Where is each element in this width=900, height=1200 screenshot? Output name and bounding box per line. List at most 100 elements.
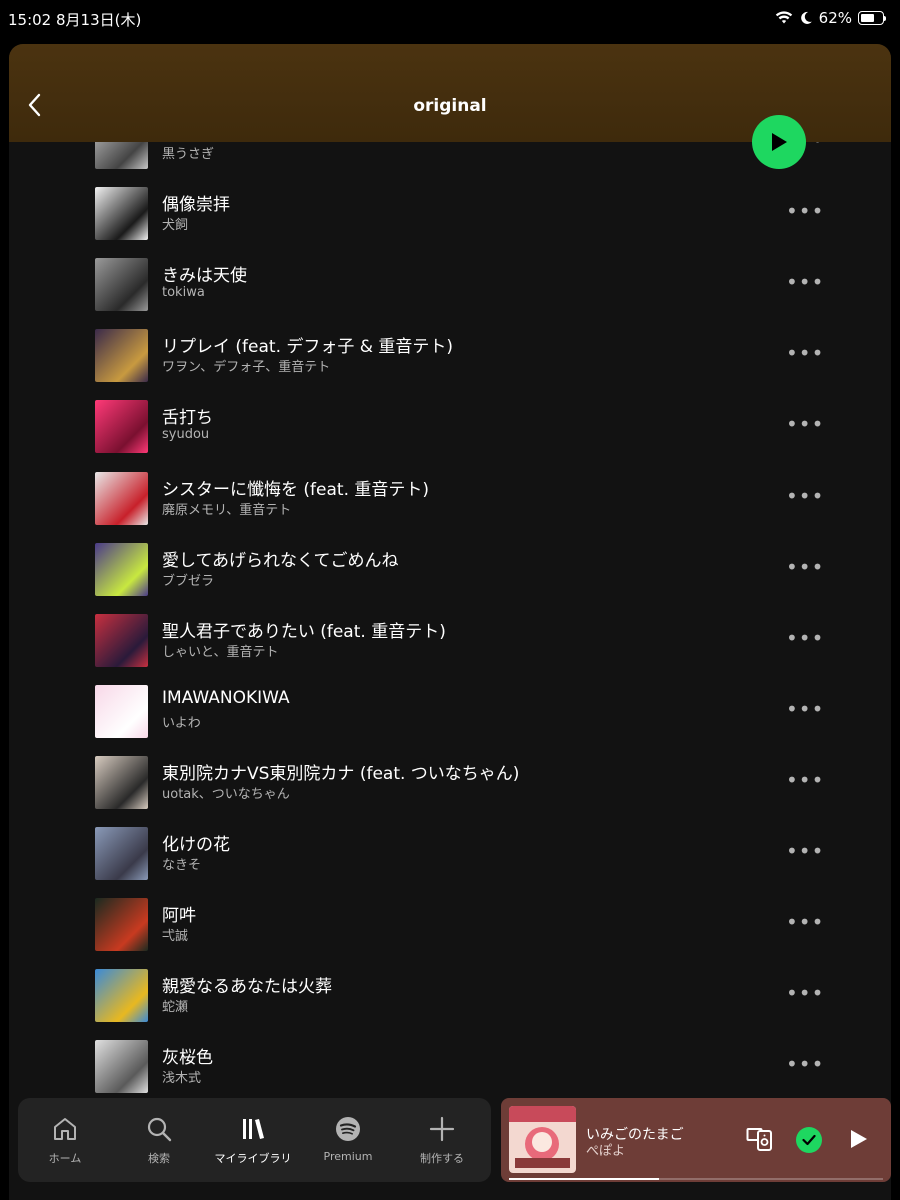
nav-search[interactable]: 検索	[112, 1098, 206, 1182]
plus-icon	[429, 1116, 455, 1142]
track-row[interactable]: きみは天使 tokiwa •••	[9, 249, 891, 320]
track-artist: 廃原メモリ、重音テト	[162, 502, 292, 518]
nav-home-label: ホーム	[48, 1152, 82, 1165]
battery-percent: 62%	[818, 9, 852, 27]
more-options-icon[interactable]: •••	[786, 557, 824, 577]
track-row[interactable]: 灰桜色浅木式 •••	[9, 1031, 891, 1102]
track-artist: いよわ	[162, 715, 201, 731]
spotify-icon	[336, 1117, 360, 1141]
track-title: IMAWANOKIWA	[162, 687, 290, 708]
track-artwork	[95, 471, 148, 525]
mini-play-icon[interactable]	[847, 1128, 869, 1150]
moon-icon	[800, 11, 812, 24]
more-options-icon[interactable]: •••	[786, 486, 824, 506]
mini-player[interactable]: いみごのたまご ぺぽよ	[501, 1098, 891, 1182]
progress-bar[interactable]	[509, 1178, 883, 1180]
device-icon[interactable]	[746, 1126, 774, 1152]
track-artist: uotak、ついなちゃん	[162, 786, 290, 802]
track-artwork	[95, 258, 148, 312]
track-artwork	[95, 187, 148, 241]
battery-icon	[858, 11, 886, 25]
more-options-icon[interactable]: •••	[786, 201, 824, 221]
track-artist: しゃいと、重音テト	[162, 644, 279, 660]
search-icon	[147, 1117, 172, 1142]
track-artwork	[95, 542, 148, 596]
track-artwork	[95, 400, 148, 454]
track-title: きみは天使	[162, 266, 247, 287]
nav-premium[interactable]: Premium	[301, 1098, 395, 1182]
track-artwork	[95, 329, 148, 383]
track-artist: なきそ	[162, 858, 202, 873]
more-options-icon[interactable]: •••	[786, 628, 824, 648]
more-options-icon[interactable]: •••	[786, 343, 824, 363]
track-row[interactable]: リプレイ (feat. デフォ子 & 重音テト) ワヲン、デフォ子、重音テト •••	[9, 320, 891, 391]
track-artwork	[95, 684, 148, 738]
status-time-date: 15:02 8月13日(木)	[8, 11, 142, 29]
track-artist: 黒うさぎ	[162, 147, 215, 162]
play-icon	[772, 133, 787, 151]
playlist-title: original	[413, 96, 487, 116]
track-row[interactable]: 愛してあげられなくてごめんねブブゼラ •••	[9, 534, 891, 605]
nav-library-label: マイライブラリ	[214, 1152, 292, 1165]
more-options-icon[interactable]: •••	[786, 1054, 824, 1074]
track-artist: 蛇瀬	[162, 1000, 189, 1016]
status-bar: 15:02 8月13日(木) 62%	[0, 0, 900, 38]
nav-home[interactable]: ホーム	[18, 1098, 112, 1182]
more-options-icon[interactable]: •••	[786, 272, 824, 292]
track-row[interactable]: シスターに懺悔を (feat. 重音テト) 廃原メモリ、重音テト •••	[9, 463, 891, 534]
play-button[interactable]	[752, 115, 806, 169]
nav-create[interactable]: 制作する	[395, 1098, 489, 1182]
track-row[interactable]: 親愛なるあなたは火葬蛇瀬 •••	[9, 960, 891, 1031]
track-artwork	[95, 1040, 148, 1094]
track-title: 親愛なるあなたは火葬	[162, 977, 332, 998]
now-playing-artwork	[509, 1106, 576, 1173]
track-title: リプレイ (feat. デフォ子 & 重音テト)	[162, 337, 454, 358]
track-artist: syudou	[162, 427, 210, 443]
home-icon	[54, 1118, 76, 1140]
track-row[interactable]: 舌打ち syudou •••	[9, 391, 891, 462]
saved-check-button[interactable]	[796, 1127, 822, 1153]
track-title: シスターに懺悔を (feat. 重音テト)	[162, 479, 430, 500]
track-title: 灰桜色	[162, 1048, 213, 1069]
track-artist: ブブゼラ	[162, 573, 215, 589]
track-title: 偶像崇拝	[162, 195, 230, 216]
track-title: 阿吽	[162, 906, 196, 927]
track-artwork	[95, 613, 148, 667]
track-artwork	[95, 969, 148, 1023]
track-artist: 犬飼	[162, 218, 189, 234]
track-row[interactable]: 偶像崇拝犬飼 •••	[9, 178, 891, 249]
track-row[interactable]: 東別院カナVS東別院カナ (feat. ついなちゃん) uotak、ついなちゃん •…	[9, 747, 891, 818]
track-artwork	[95, 827, 148, 880]
track-title: 東別院カナVS東別院カナ (feat. ついなちゃん)	[162, 763, 520, 784]
track-row[interactable]: 化けの花なきそ •••	[9, 818, 891, 889]
now-playing-artist: ぺぽよ	[586, 1144, 626, 1159]
more-options-icon[interactable]: •••	[786, 699, 824, 719]
track-row[interactable]: IMAWANOKIWA いよわ •••	[9, 676, 891, 747]
nav-search-label: 検索	[148, 1152, 170, 1165]
check-icon	[802, 1134, 816, 1146]
track-artwork	[95, 898, 148, 952]
nav-create-label: 制作する	[420, 1152, 464, 1165]
progress-fill	[509, 1178, 659, 1180]
track-title: 愛してあげられなくてごめんね	[162, 550, 399, 571]
track-row[interactable]: 阿吽弌誠 •••	[9, 889, 891, 960]
track-title: 舌打ち	[162, 408, 213, 429]
library-icon	[243, 1119, 264, 1139]
track-title: 聖人君子でありたい (feat. 重音テト)	[162, 621, 446, 642]
more-options-icon[interactable]: •••	[786, 841, 824, 861]
more-options-icon[interactable]: •••	[786, 770, 824, 790]
playlist-sheet: original おとなフォビア黒うさぎ•••偶像崇拝犬飼•••きみは天使tok…	[9, 44, 891, 1200]
track-artwork	[95, 755, 148, 809]
track-row[interactable]: 聖人君子でありたい (feat. 重音テト) しゃいと、重音テト •••	[9, 605, 891, 676]
track-artist: 浅木式	[162, 1071, 202, 1087]
nav-premium-label: Premium	[323, 1150, 373, 1163]
bottom-nav: ホーム 検索 マイライブラリ Premium 制作する	[18, 1098, 491, 1182]
more-options-icon[interactable]: •••	[786, 912, 824, 932]
wifi-icon	[775, 11, 792, 24]
more-options-icon[interactable]: •••	[786, 414, 824, 434]
track-artist: 弌誠	[162, 929, 189, 945]
more-options-icon[interactable]: •••	[786, 983, 824, 1003]
track-title: 化けの花	[162, 835, 230, 855]
nav-library[interactable]: マイライブラリ	[206, 1098, 300, 1182]
track-artist: tokiwa	[162, 285, 205, 301]
